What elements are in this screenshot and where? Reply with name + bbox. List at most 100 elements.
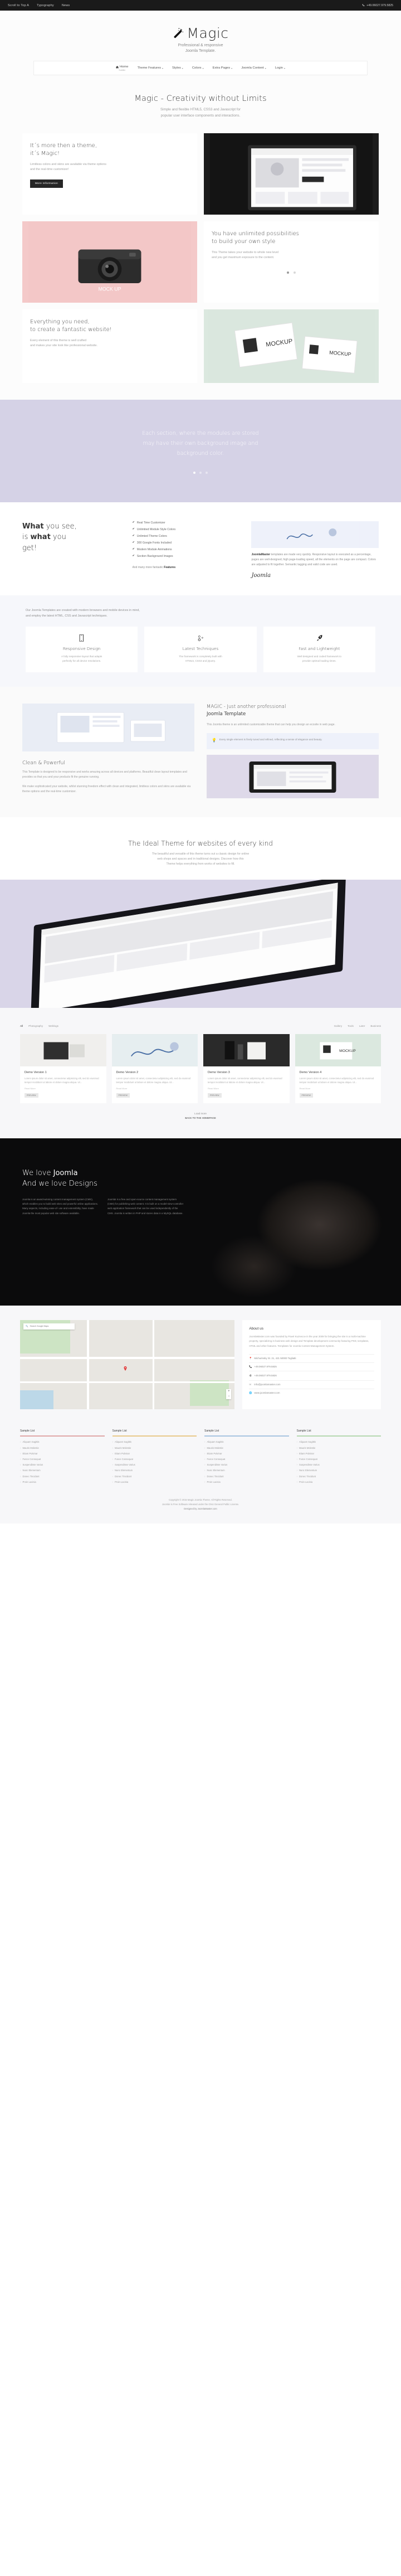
logo[interactable]: Magic [0,26,401,40]
feature-box-text-line2: HTML5, CSS3 and jQuery. [185,659,216,662]
demo-read-more[interactable]: Read More [208,1087,285,1090]
nav-item-joomla-content[interactable]: Joomla Content ▾ [241,66,266,70]
demo-filter-photography[interactable]: Photography [28,1025,43,1027]
purple-dot-1[interactable] [193,471,195,474]
nav-item-styles[interactable]: Styles ▾ [172,66,183,70]
tablet-dark-illustration [209,754,376,798]
demo-text: Lorem ipsum dolor sit amet, consectetur … [25,1076,102,1084]
demo-read-more[interactable]: Read More [116,1087,194,1090]
footer-link[interactable]: Suspendisse Varius [113,1462,197,1468]
phone-icon [362,4,365,7]
demo-read-more[interactable]: Read More [300,1087,377,1090]
footer-link[interactable]: Proin Lacinia [297,1479,382,1485]
purple-dot-2[interactable] [199,471,202,474]
nav-item-colors[interactable]: Colors ▾ [192,66,204,70]
footer-link[interactable]: Fusce Consequat [20,1456,105,1462]
footer-link[interactable]: Nunc Elementum [113,1468,197,1473]
footer-link[interactable]: Aliquam Sagittis [204,1439,289,1445]
nav-item-extra-pages[interactable]: Extra Pages ▾ [213,66,233,70]
demo-badge[interactable]: PREVIEW [25,1093,38,1098]
designed-by-link[interactable]: Designed by JoomlaMaster.com [184,1507,217,1510]
footer-link[interactable]: Nunc Elementum [20,1468,105,1473]
footer-link[interactable]: Donec Tincidunt [204,1473,289,1479]
contact-fax: 🖷 +49.06027.979.5826 [249,1370,374,1380]
nav-item-home-subtitle: Subtitle [119,69,126,71]
demo-card[interactable]: Demo Version 3 Lorem ipsum dolor sit ame… [203,1034,290,1103]
map-zoom-out-button[interactable]: − [226,1394,231,1399]
load-more-link[interactable]: Load more [20,1112,381,1115]
demo-card[interactable]: Demo Version 2 Lorem ipsum dolor sit ame… [111,1034,198,1103]
footer-link[interactable]: Donec Tincidunt [113,1473,197,1479]
carousel-dot-2[interactable] [293,271,296,274]
footer-column-2: Sample List Aliquam Sagittis Mauris Mole… [112,1429,197,1485]
footer-link[interactable]: Suspendisse Varius [204,1462,289,1468]
footer-link[interactable]: Etiam Pulvinar [204,1450,289,1456]
demo-badge[interactable]: PREVIEW [299,1093,314,1098]
demo-card[interactable]: MOCKUP Demo Version 4 Lorem ipsum dolor … [295,1034,381,1103]
footer-link[interactable]: Nunc Elementum [297,1468,382,1473]
footer-link[interactable]: Proin Lacinia [20,1479,105,1485]
topbar-phone[interactable]: +49.06027.979.5825 [362,4,393,7]
feature-card-grid: It´s more then a theme, it´s Magic! Limi… [0,133,401,400]
topbar-link-typography[interactable]: Typography [37,4,54,7]
contact-email[interactable]: ✉ info@joomlamaster.com [249,1380,374,1389]
demo-read-more[interactable]: Read More [25,1087,102,1090]
we-love-joomla-section: We love Joomla And we love Designs Jooml… [0,1138,401,1306]
footer-link[interactable]: Fusce Consequat [297,1456,382,1462]
map-pin-icon[interactable] [123,1366,128,1371]
carousel-dot-1[interactable] [287,271,290,274]
footer-link[interactable]: Etiam Pulvinar [20,1450,105,1456]
footer-link[interactable]: Suspendisse Varius [297,1462,382,1468]
nav-item-login[interactable]: Login ▾ [275,66,285,70]
side-strong: JoomlaMaster [251,552,271,556]
feature-label: Unlimied Theme Colors [136,534,167,538]
footer-link[interactable]: Mauris Molestie [204,1445,289,1450]
footer-link[interactable]: Aliquam Sagittis [113,1439,197,1445]
topbar-link-news[interactable]: News [62,4,70,7]
footer-link[interactable]: Aliquam Sagittis [297,1439,382,1445]
card-title-line2: to create a fantastic website! [30,327,112,333]
footer-link[interactable]: Aliquam Sagittis [20,1439,105,1445]
feature-label: Modern Module Animations [136,547,172,551]
map-zoom-in-button[interactable]: + [226,1389,231,1394]
google-map[interactable]: 🔍 Search Google Maps + − [20,1319,235,1409]
back-to-homepage-link[interactable]: BACK TO THE HOMEPAGE [20,1117,381,1119]
wysiwyg-section: What you see, is what you get! ✔ Real Tim… [0,502,401,595]
topbar-link-scroll-to-top[interactable]: Scroll to Top A [8,4,29,7]
map-search-box[interactable]: 🔍 Search Google Maps [23,1323,75,1330]
footer-link[interactable]: Proin Lacinia [113,1479,197,1485]
footer-link[interactable]: Mauris Molestie [297,1445,382,1450]
footer-link[interactable]: Nunc Elementum [204,1468,289,1473]
footer-link[interactable]: Mauris Molestie [113,1445,197,1450]
demo-card[interactable]: Demo Version 1 Lorem ipsum dolor sit ame… [20,1034,106,1103]
footer-link[interactable]: Fusce Consequat [113,1456,197,1462]
contact-phone: 📞 +49.06027.979.5825 [249,1362,374,1371]
footer-link[interactable]: Etiam Pulvinar [113,1450,197,1456]
mockup-illustration: MOCKUP MOCKUP [208,309,375,383]
demo-title: Demo Version 4 [299,1070,322,1074]
footer-link[interactable]: Suspendisse Varius [20,1462,105,1468]
footer-link[interactable]: Etiam Pulvinar [297,1450,382,1456]
nav-item-home[interactable]: Home Subtitle [115,65,128,71]
nav-item-theme-features[interactable]: Theme Features ▾ [137,66,163,70]
demo-badge[interactable]: PREVIEW [208,1093,222,1098]
demo-filter-tools[interactable]: Tools [348,1025,354,1027]
demo-filter-gallery[interactable]: Gallery [334,1025,343,1027]
chevron-down-icon: ▾ [162,66,163,70]
purple-dot-3[interactable] [206,471,208,474]
footer-link[interactable]: Donec Tincidunt [20,1473,105,1479]
more-information-button[interactable]: More Information [30,179,63,188]
demo-badge[interactable]: PREVIEW [116,1093,130,1098]
demo-filter-all[interactable]: All [20,1025,23,1027]
demo-filter-business[interactable]: Business [370,1025,381,1027]
contact-web[interactable]: 🌐 www.joomlamaster.com [249,1388,374,1397]
demo-filter-later[interactable]: Later [359,1025,365,1027]
carousel-dots [212,269,371,275]
mobile-phone-icon [31,634,132,642]
map-zoom-controls[interactable]: + − [226,1389,232,1399]
demo-filter-weblogs[interactable]: Weblogs [48,1025,58,1027]
footer-link[interactable]: Proin Lacinia [204,1479,289,1485]
footer-link[interactable]: Donec Tincidunt [297,1473,382,1479]
footer-link[interactable]: Mauris Molestie [20,1445,105,1450]
footer-link[interactable]: Fusce Consequat [204,1456,289,1462]
